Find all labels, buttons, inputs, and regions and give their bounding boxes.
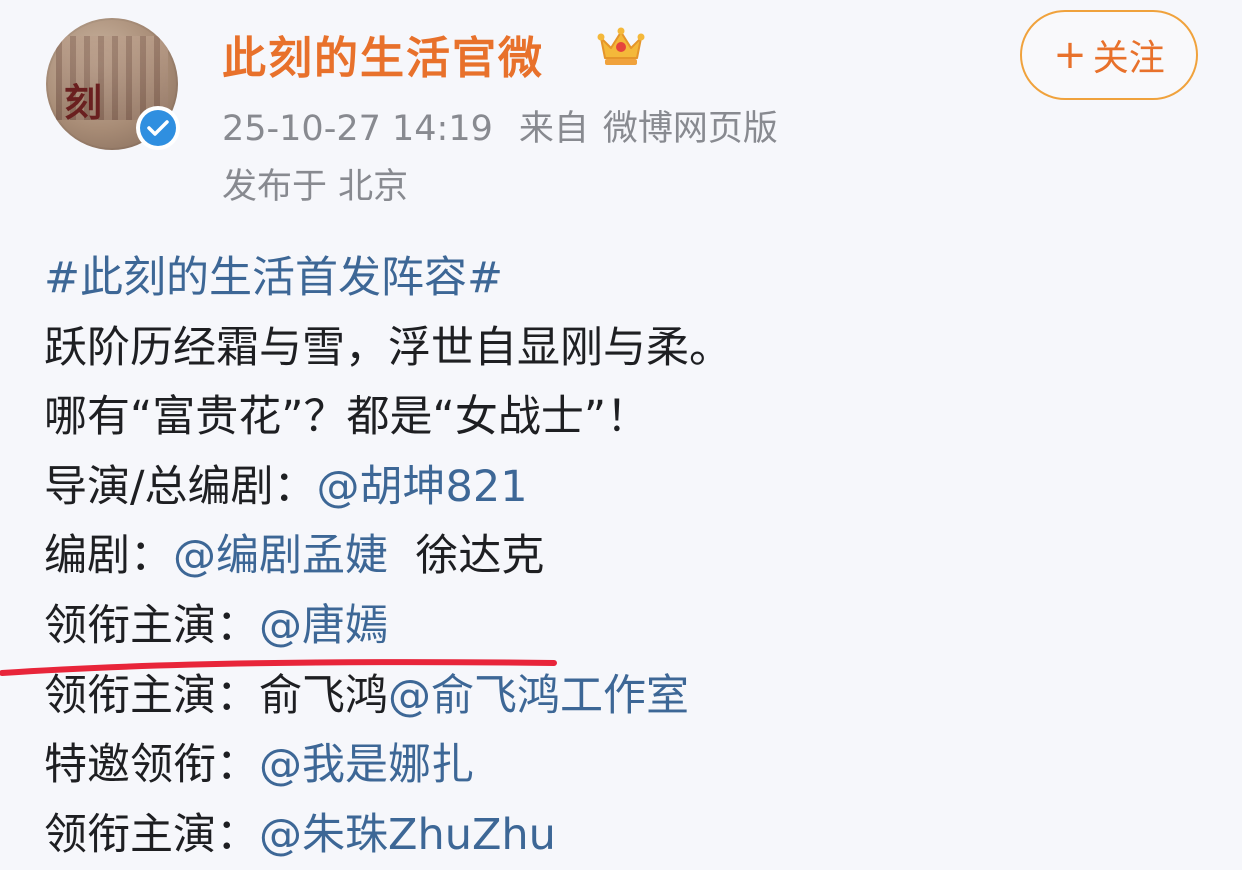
mention-link[interactable]: @唐嫣 xyxy=(259,601,388,651)
follow-button[interactable]: + 关注 xyxy=(1020,10,1198,100)
post-line-2: 哪有“富贵花”？都是“女战士”！ xyxy=(44,392,650,443)
credit-label: 导演/总编剧： xyxy=(44,461,317,512)
red-annotation-underline xyxy=(0,659,557,676)
credit-label: 领衔主演： xyxy=(44,809,259,860)
author-name[interactable]: 此刻的生活官微 xyxy=(222,22,544,86)
post-meta: 25-10-27 14:19 来自 微博网页版 xyxy=(222,100,778,151)
hashtag-link[interactable]: #此刻的生活首发阵容# xyxy=(44,244,1194,314)
source-prefix: 来自 xyxy=(518,109,589,149)
credit-plain-name: 徐达克 xyxy=(415,531,545,582)
avatar-poster-label: 刻 xyxy=(64,80,102,125)
plus-icon: + xyxy=(1053,32,1087,78)
credit-label: 特邀领衔： xyxy=(44,740,259,791)
credit-row: 特邀领衔：@我是娜扎 xyxy=(44,731,1194,801)
post-line-1: 跃阶历经霜与雪，浮世自显刚与柔。 xyxy=(44,322,732,373)
post-location: 发布于 北京 xyxy=(222,167,409,207)
follow-label: 关注 xyxy=(1092,38,1165,79)
mention-link[interactable]: @朱珠ZhuZhu xyxy=(259,810,556,860)
mention-link[interactable]: @胡坤821 xyxy=(317,462,528,512)
crown-icon xyxy=(597,27,645,65)
post-content: #此刻的生活首发阵容# 跃阶历经霜与雪，浮世自显刚与柔。 哪有“富贵花”？都是“… xyxy=(44,244,1194,870)
mention-link[interactable]: @编剧孟婕 xyxy=(173,531,388,581)
credit-label: 编剧： xyxy=(44,531,173,582)
credit-row: 领衔主演：@唐嫣 xyxy=(44,592,1194,662)
post-source: 微博网页版 xyxy=(602,109,778,149)
credit-row: 领衔主演：@朱珠ZhuZhu xyxy=(44,801,1194,870)
verified-badge-icon xyxy=(136,106,180,150)
credit-row: 导演/总编剧：@胡坤821 xyxy=(44,453,1194,523)
post-timestamp[interactable]: 25-10-27 14:19 xyxy=(222,109,493,149)
credit-row: 编剧：@编剧孟婕 徐达克 xyxy=(44,522,1194,592)
mention-link[interactable]: @我是娜扎 xyxy=(259,740,474,790)
credit-label: 领衔主演： xyxy=(44,600,259,651)
